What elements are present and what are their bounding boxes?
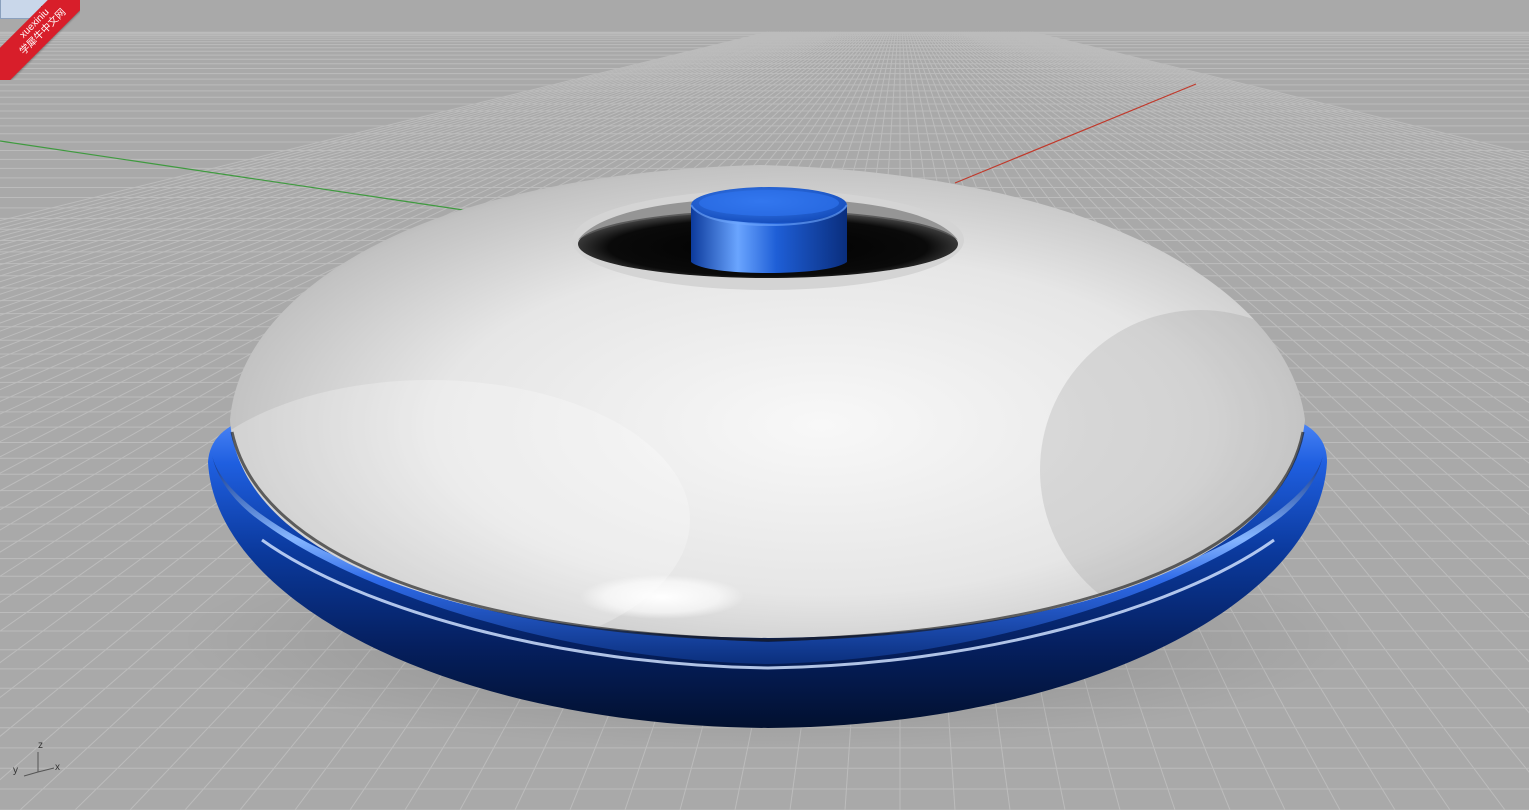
watermark-ribbon: xuexiniu 学犀牛中文网 [0,0,80,80]
axis-y-label: y [13,765,18,776]
perspective-viewport[interactable]: z y x ve xuexiniu 学犀牛中文网 [0,0,1529,810]
axis-z-label: z [38,740,43,751]
dome-specular-highlight [580,575,744,619]
viewport-canvas[interactable]: z y x [0,0,1529,810]
blue-knob[interactable] [690,187,848,273]
axis-x-label: x [55,762,60,773]
watermark-ribbon-band: xuexiniu 学犀牛中文网 [0,0,80,80]
